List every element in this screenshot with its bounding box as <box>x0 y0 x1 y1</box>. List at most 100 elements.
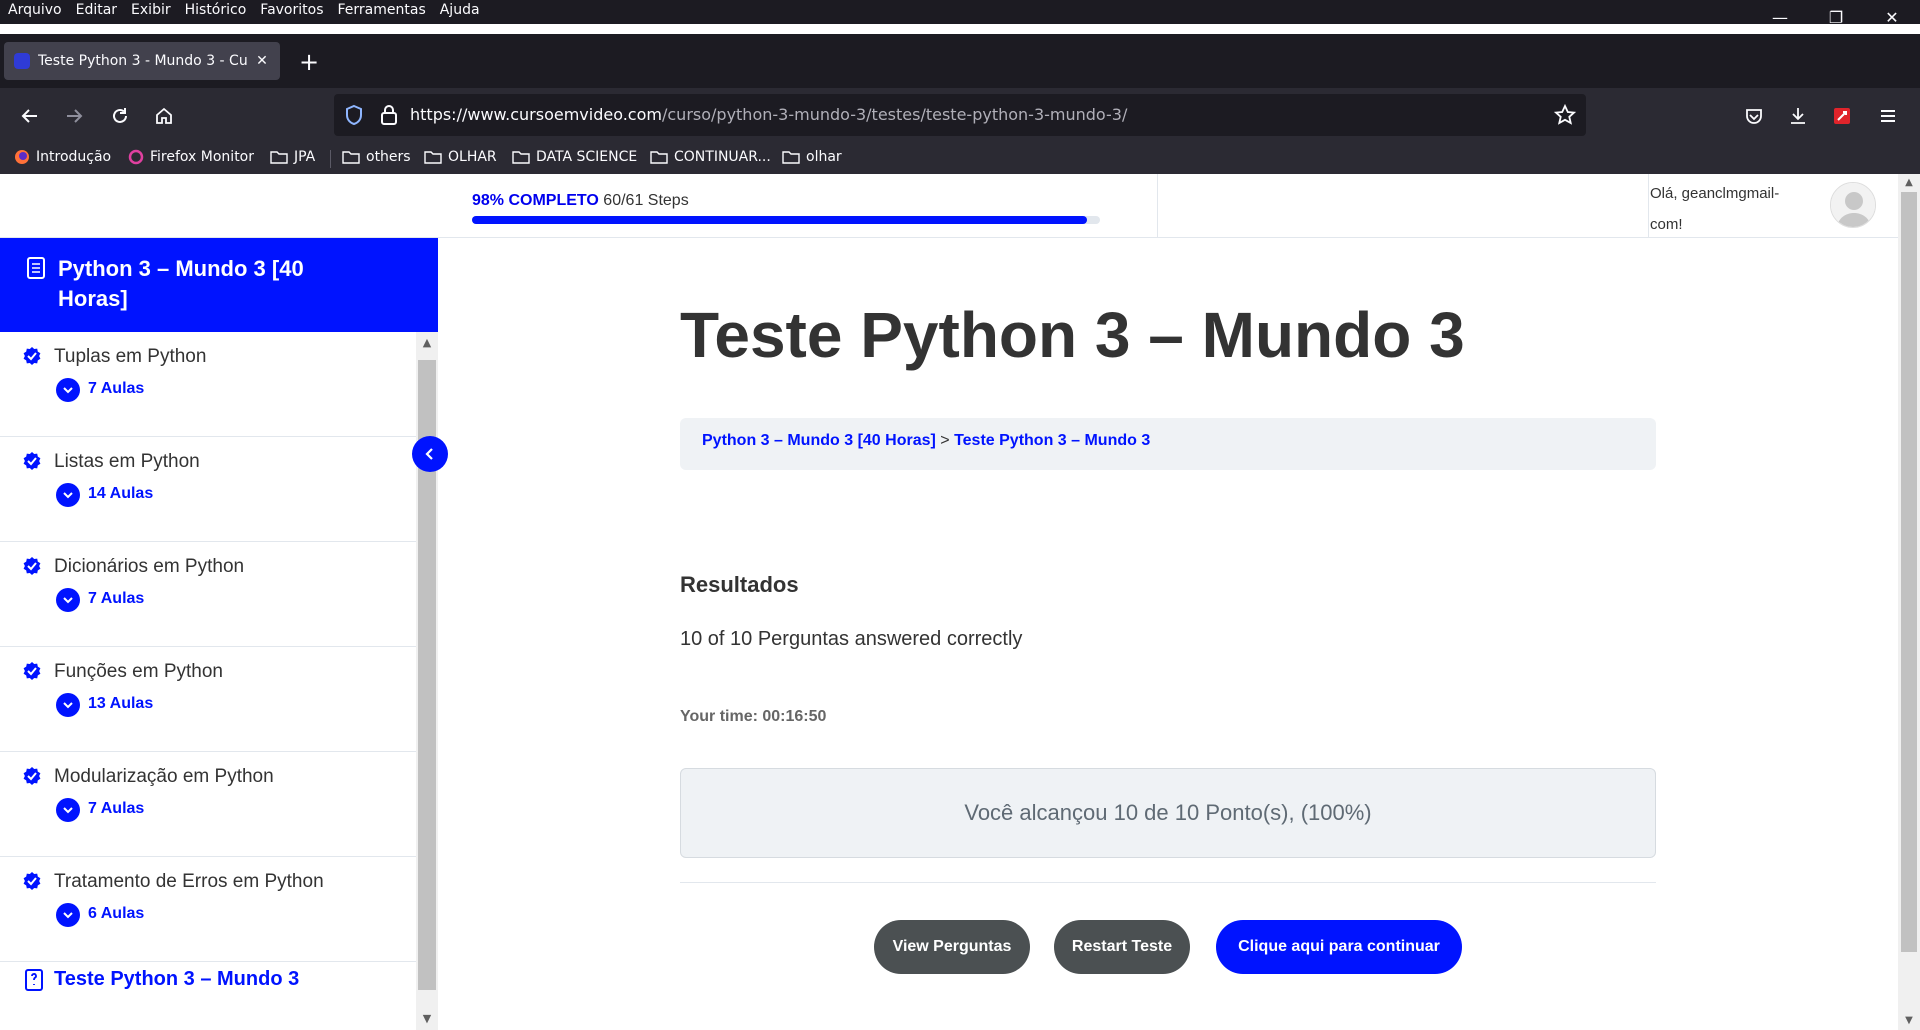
lesson-count[interactable]: 7 Aulas <box>88 380 144 398</box>
score-box: Você alcançou 10 de 10 Ponto(s), (100%) <box>680 768 1656 858</box>
address-bar[interactable]: https://www.cursoemvideo.com/curso/pytho… <box>334 94 1586 136</box>
chevron-down-icon[interactable] <box>56 903 80 927</box>
lesson-count[interactable]: 13 Aulas <box>88 695 153 713</box>
pocket-icon[interactable] <box>1738 100 1770 132</box>
sidebar-header[interactable]: Python 3 – Mundo 3 [40 Horas] <box>0 238 438 332</box>
shield-icon[interactable] <box>344 104 364 130</box>
list-item[interactable]: Tuplas em Python 7 Aulas <box>0 332 416 437</box>
chevron-down-icon[interactable] <box>56 378 80 402</box>
current-quiz-name[interactable]: Teste Python 3 – Mundo 3 <box>54 968 299 991</box>
progress-steps: 60/61 Steps <box>603 192 689 209</box>
menu-arquivo[interactable]: Arquivo <box>8 2 62 18</box>
breadcrumb-separator: > <box>940 432 950 449</box>
lock-icon[interactable] <box>380 104 398 130</box>
page-title: Teste Python 3 – Mundo 3 <box>680 299 1465 371</box>
bookmark-olhar-folder[interactable]: OLHAR <box>424 149 497 165</box>
close-window-icon[interactable]: ✕ <box>1864 0 1920 34</box>
bookmarks-bar: Introdução Firefox Monitor JPA others OL… <box>0 144 1920 174</box>
continue-button[interactable]: Clique aqui para continuar <box>1216 920 1462 974</box>
lesson-count[interactable]: 6 Aulas <box>88 905 144 923</box>
bookmark-olhar-lower[interactable]: olhar <box>782 149 842 165</box>
bookmark-firefox-monitor[interactable]: Firefox Monitor <box>128 149 254 165</box>
list-item[interactable]: Funções em Python 13 Aulas <box>0 647 416 752</box>
lesson-name[interactable]: Tuplas em Python <box>54 346 206 368</box>
back-icon[interactable] <box>14 100 46 132</box>
user-greeting[interactable]: Olá, geanclmgmail-com! <box>1650 178 1800 240</box>
minimize-icon[interactable]: — <box>1752 0 1808 34</box>
completed-check-icon <box>22 871 42 895</box>
url-text[interactable]: https://www.cursoemvideo.com/curso/pytho… <box>410 105 1127 124</box>
monitor-icon <box>128 149 144 165</box>
scrollbar-thumb[interactable] <box>1901 192 1917 952</box>
window-controls: — ❐ ✕ <box>1752 0 1920 34</box>
list-item[interactable]: Dicionários em Python 7 Aulas <box>0 542 416 647</box>
menu-editar[interactable]: Editar <box>76 2 117 18</box>
folder-icon <box>512 151 530 164</box>
bookmark-star-icon[interactable] <box>1553 103 1577 130</box>
bookmark-introducao[interactable]: Introdução <box>14 149 111 165</box>
bookmark-others[interactable]: others <box>342 149 411 165</box>
progress-track <box>472 216 1100 224</box>
list-item[interactable]: Modularização em Python 7 Aulas <box>0 752 416 857</box>
menu-bar: Arquivo Editar Exibir Histórico Favorito… <box>0 0 1920 24</box>
collapse-sidebar-button[interactable] <box>412 436 448 472</box>
menu-ferramentas[interactable]: Ferramentas <box>338 2 426 18</box>
scroll-down-icon[interactable]: ▼ <box>1898 1012 1920 1030</box>
chevron-down-icon[interactable] <box>56 798 80 822</box>
scroll-up-icon[interactable]: ▲ <box>416 332 438 354</box>
list-item[interactable]: Tratamento de Erros em Python 6 Aulas <box>0 857 416 962</box>
avatar[interactable] <box>1830 182 1876 228</box>
completed-check-icon <box>22 451 42 475</box>
bookmark-data-science[interactable]: DATA SCIENCE <box>512 149 637 165</box>
results-summary: 10 of 10 Perguntas answered correctly <box>680 628 1023 650</box>
view-questions-button[interactable]: View Perguntas <box>874 920 1030 974</box>
bookmark-label: others <box>366 149 411 165</box>
breadcrumb-current-link[interactable]: Teste Python 3 – Mundo 3 <box>954 432 1150 449</box>
bookmark-label: JPA <box>294 149 316 165</box>
restore-icon[interactable]: ❐ <box>1808 0 1864 34</box>
bookmark-jpa[interactable]: JPA <box>270 149 315 165</box>
breadcrumb-course-link[interactable]: Python 3 – Mundo 3 [40 Horas] <box>702 432 936 449</box>
course-progress: 98% COMPLETO 60/61 Steps <box>472 192 1100 224</box>
restart-quiz-button[interactable]: Restart Teste <box>1054 920 1190 974</box>
chevron-left-icon <box>425 448 433 460</box>
web-page: 98% COMPLETO 60/61 Steps Olá, geanclmgma… <box>0 174 1920 1030</box>
browser-tab[interactable]: Teste Python 3 - Mundo 3 - Curso ✕ <box>4 42 280 80</box>
lesson-name[interactable]: Funções em Python <box>54 661 223 683</box>
menu-exibir[interactable]: Exibir <box>131 2 171 18</box>
menu-favoritos[interactable]: Favoritos <box>260 2 323 18</box>
page-scrollbar[interactable]: ▲ ▼ <box>1898 174 1920 1030</box>
lesson-name[interactable]: Listas em Python <box>54 451 200 473</box>
lesson-count[interactable]: 7 Aulas <box>88 590 144 608</box>
chevron-down-icon[interactable] <box>56 588 80 612</box>
sidebar-course-title[interactable]: Python 3 – Mundo 3 [40 Horas] <box>58 254 358 314</box>
tab-title: Teste Python 3 - Mundo 3 - Curso <box>38 53 248 69</box>
list-item[interactable]: Listas em Python 14 Aulas <box>0 437 416 542</box>
reload-icon[interactable] <box>104 100 136 132</box>
menu-ajuda[interactable]: Ajuda <box>440 2 480 18</box>
course-sidebar: Python 3 – Mundo 3 [40 Horas] Tuplas em … <box>0 238 438 1030</box>
hamburger-menu-icon[interactable] <box>1872 100 1904 132</box>
forward-icon[interactable] <box>58 100 90 132</box>
bookmark-label: CONTINUAR... <box>674 149 771 165</box>
new-tab-icon[interactable]: + <box>296 50 322 76</box>
menu-historico[interactable]: Histórico <box>185 2 247 18</box>
lesson-name[interactable]: Modularização em Python <box>54 766 274 788</box>
scroll-up-icon[interactable]: ▲ <box>1898 174 1920 192</box>
bookmark-continuar[interactable]: CONTINUAR... <box>650 149 771 165</box>
current-quiz-item[interactable]: Teste Python 3 – Mundo 3 <box>0 962 416 1012</box>
tab-close-icon[interactable]: ✕ <box>254 53 270 69</box>
lesson-name[interactable]: Tratamento de Erros em Python <box>54 871 324 893</box>
chevron-down-icon[interactable] <box>56 693 80 717</box>
extension-icon[interactable] <box>1826 100 1858 132</box>
scroll-down-icon[interactable]: ▼ <box>416 1008 438 1030</box>
progress-fill <box>472 216 1088 224</box>
chevron-down-icon[interactable] <box>56 483 80 507</box>
site-favicon-icon <box>14 53 30 69</box>
home-icon[interactable] <box>148 100 180 132</box>
lesson-count[interactable]: 14 Aulas <box>88 485 153 503</box>
folder-icon <box>342 151 360 164</box>
lesson-name[interactable]: Dicionários em Python <box>54 556 244 578</box>
lesson-count[interactable]: 7 Aulas <box>88 800 144 818</box>
download-icon[interactable] <box>1782 100 1814 132</box>
